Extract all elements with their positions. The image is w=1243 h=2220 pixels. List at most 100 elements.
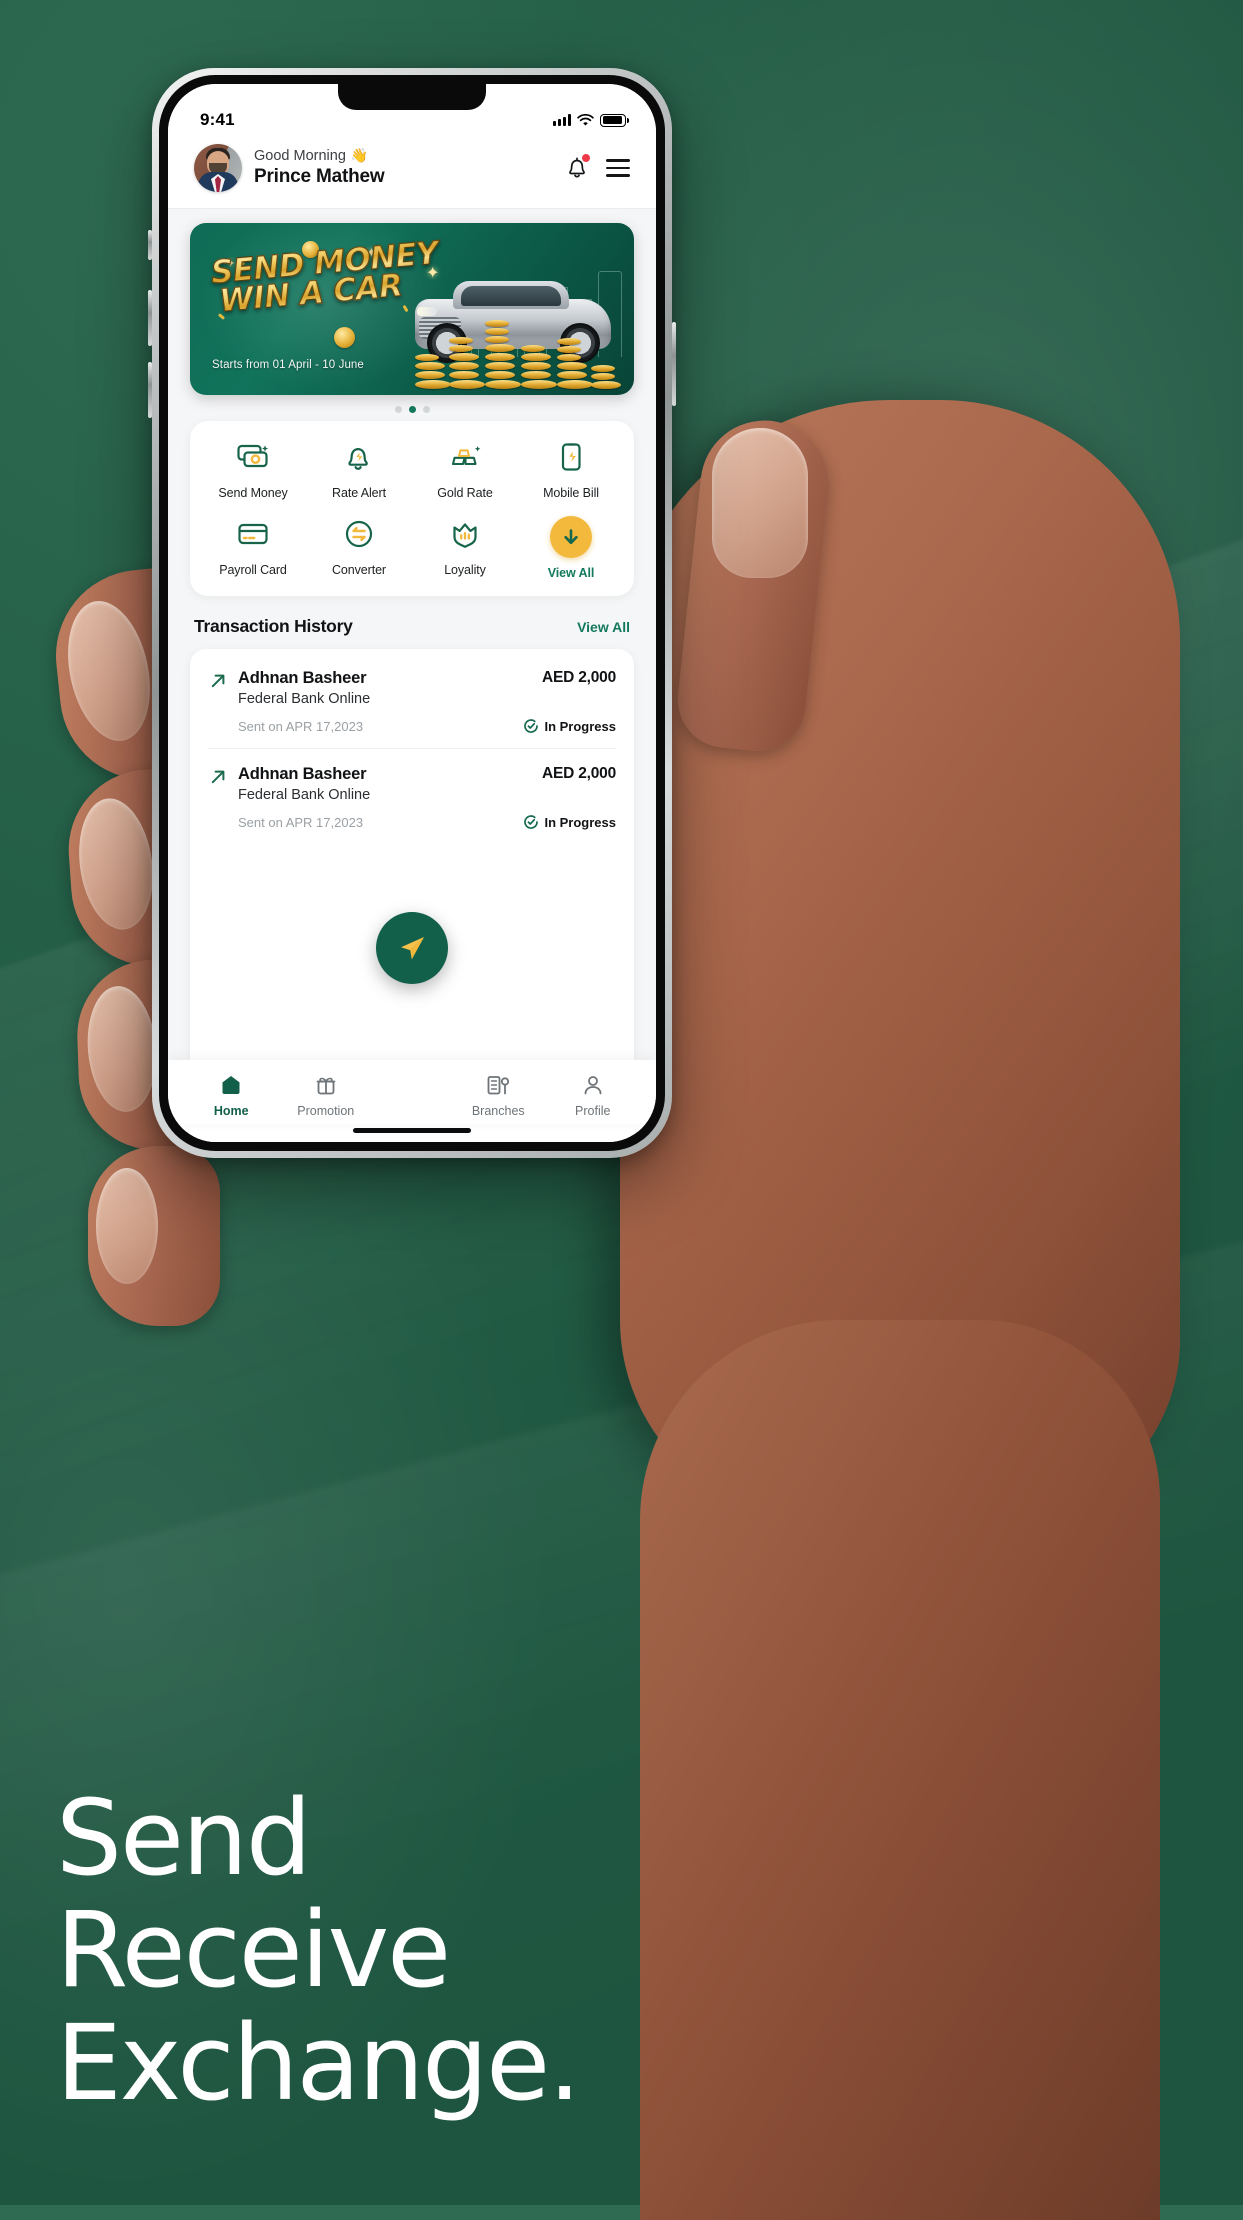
banner-carousel-dots[interactable] — [168, 395, 656, 416]
banner-subtitle: Starts from 01 April - 10 June — [212, 359, 364, 371]
app-scroll-body: SEND MONEY WIN A CAR ✦ ✦ ✦ — [168, 209, 656, 1060]
promo-banner[interactable]: SEND MONEY WIN A CAR ✦ ✦ ✦ — [190, 223, 634, 395]
avatar[interactable] — [194, 144, 242, 192]
crown-icon — [447, 516, 483, 552]
transaction-row-bottom: Sent on APR 17,2023 In Progress — [208, 718, 616, 734]
greeting-line: Good Morning 👋 — [254, 147, 552, 165]
quick-action-label: Mobile Bill — [543, 486, 599, 500]
status-text: In Progress — [544, 814, 616, 830]
arrow-down-circle-icon — [550, 516, 592, 558]
wifi-icon — [577, 113, 594, 126]
cellular-signal-icon — [553, 114, 571, 126]
quick-actions-row-1: Send Money Rate Alert Gold Rate Mobile B… — [200, 439, 624, 500]
finger-nail-4 — [96, 1168, 158, 1284]
quick-action-send-money[interactable]: Send Money — [200, 439, 306, 500]
transaction-list: Adhnan Basheer Federal Bank Online AED 2… — [190, 649, 634, 1060]
thumb-nail — [712, 428, 808, 578]
notification-badge-dot — [581, 153, 591, 163]
headline-line-3: Exchange. — [56, 2001, 581, 2124]
transaction-view-all-link[interactable]: View All — [577, 619, 630, 635]
transaction-bank: Federal Bank Online — [238, 691, 371, 707]
hamburger-menu-icon[interactable] — [606, 159, 630, 177]
quick-action-gold-rate[interactable]: Gold Rate — [412, 439, 518, 500]
quick-actions-row-2: Payroll Card Converter Loyality View All — [200, 516, 624, 580]
coin-stack-5 — [557, 338, 593, 389]
greeting-block: Good Morning 👋 Prince Mathew — [254, 147, 552, 190]
volume-up-button[interactable] — [148, 290, 152, 346]
nav-item-promotion[interactable]: Promotion — [279, 1072, 374, 1118]
carousel-dot-3[interactable] — [422, 406, 430, 413]
table-row[interactable]: Adhnan Basheer Federal Bank Online AED 2… — [208, 749, 616, 844]
clock-check-icon — [524, 815, 539, 829]
battery-icon — [600, 113, 629, 127]
transaction-recipient: Adhnan Basheer — [238, 669, 367, 687]
arrow-up-right-icon — [208, 671, 228, 691]
power-button[interactable] — [672, 322, 676, 406]
quick-action-label: Loyality — [444, 563, 486, 577]
coin-stack-3 — [485, 320, 521, 389]
nav-item-branches[interactable]: Branches — [451, 1072, 546, 1118]
notification-bell-button[interactable] — [564, 153, 591, 182]
waving-hand-icon: 👋 — [350, 146, 369, 163]
promo-banner-wrapper: SEND MONEY WIN A CAR ✦ ✦ ✦ — [168, 209, 656, 395]
exchange-arrows-icon — [341, 516, 377, 552]
carousel-dot-1[interactable] — [394, 406, 402, 413]
transaction-row-bottom: Sent on APR 17,2023 In Progress — [208, 814, 616, 830]
transaction-amount: AED 2,000 — [541, 765, 616, 782]
gift-icon — [313, 1072, 339, 1098]
marketing-headline: Send Receive Exchange. — [56, 1782, 581, 2124]
bell-bolt-icon — [341, 439, 377, 475]
wrist — [640, 1320, 1160, 2220]
quick-action-loyality[interactable]: Loyality — [412, 516, 518, 580]
status-icons — [553, 113, 629, 127]
arrow-up-right-icon — [208, 767, 228, 787]
transaction-names: Adhnan Basheer Federal Bank Online — [238, 765, 532, 803]
quick-action-converter[interactable]: Converter — [306, 516, 412, 580]
coin-stacks — [409, 320, 624, 395]
credit-card-icon — [235, 516, 271, 552]
table-row[interactable]: Adhnan Basheer Federal Bank Online AED 2… — [208, 653, 616, 749]
floating-coin-2 — [334, 327, 355, 348]
coin-stack-4 — [521, 345, 557, 389]
transaction-row-top: Adhnan Basheer Federal Bank Online AED 2… — [208, 669, 616, 707]
quick-action-mobile-bill[interactable]: Mobile Bill — [518, 439, 624, 500]
gold-bars-icon — [447, 439, 483, 475]
nav-label: Profile — [575, 1104, 611, 1118]
transaction-history-title: Transaction History — [194, 616, 353, 636]
transaction-date: Sent on APR 17,2023 — [238, 814, 364, 830]
phone-bezel: 9:41 Good Morning 👋 Prince Mathew SEND M… — [159, 75, 665, 1151]
quick-action-label: Converter — [332, 563, 386, 577]
quick-action-rate-alert[interactable]: Rate Alert — [306, 439, 412, 500]
nav-label: Branches — [471, 1104, 525, 1118]
headline-line-2: Receive — [56, 1889, 451, 2012]
user-name: Prince Mathew — [254, 165, 385, 187]
car-windshield — [461, 286, 561, 306]
quick-action-view-all[interactable]: View All — [518, 516, 624, 580]
paper-plane-send-icon — [401, 937, 424, 960]
bottom-navigation: Home Promotion Branches Profile — [168, 1060, 656, 1124]
transaction-recipient: Adhnan Basheer — [238, 765, 367, 783]
mobile-bolt-icon — [553, 439, 589, 475]
quick-action-label: Payroll Card — [219, 563, 287, 577]
money-notes-icon — [235, 439, 271, 475]
transaction-history-header: Transaction History View All — [168, 596, 656, 649]
quick-actions-card: Send Money Rate Alert Gold Rate Mobile B… — [190, 421, 634, 596]
car-headlight — [417, 307, 437, 316]
clock-check-icon — [524, 719, 539, 733]
send-money-fab-button[interactable] — [376, 912, 448, 984]
quick-action-label: Send Money — [218, 486, 288, 500]
quick-action-label: Rate Alert — [332, 486, 386, 500]
quick-action-payroll-card[interactable]: Payroll Card — [200, 516, 306, 580]
header-actions — [564, 153, 630, 182]
mute-switch[interactable] — [148, 230, 152, 260]
nav-item-home[interactable]: Home — [184, 1072, 279, 1118]
quick-action-label: View All — [547, 566, 595, 580]
greeting-text: Good Morning — [254, 147, 346, 164]
volume-down-button[interactable] — [148, 362, 152, 418]
carousel-dot-2-active[interactable] — [408, 406, 416, 413]
status-badge: In Progress — [523, 718, 616, 734]
coin-stack-6 — [591, 365, 621, 389]
nav-item-profile[interactable]: Profile — [546, 1072, 641, 1118]
phone-mockup: 9:41 Good Morning 👋 Prince Mathew SEND M… — [148, 68, 676, 1158]
person-icon — [580, 1072, 606, 1098]
